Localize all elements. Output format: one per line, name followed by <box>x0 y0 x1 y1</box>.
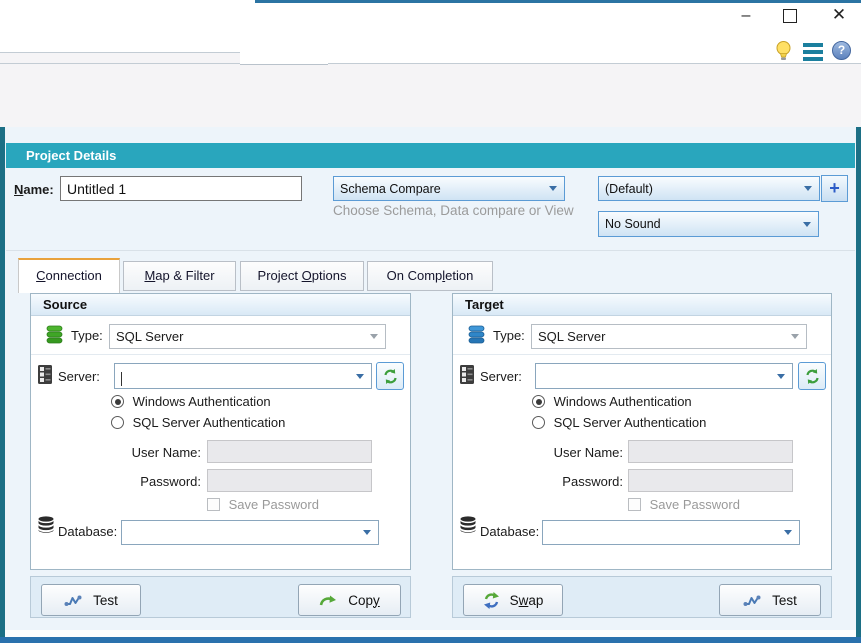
target-test-button[interactable]: Test <box>719 584 821 616</box>
chevron-down-icon <box>363 530 371 535</box>
chevron-down-icon <box>549 186 557 191</box>
target-username-label: User Name: <box>513 445 623 460</box>
target-database-type-icon <box>467 325 486 347</box>
database-icon <box>37 516 55 536</box>
source-panel-title: Source <box>31 294 410 316</box>
hamburger-menu-icon[interactable] <box>803 43 823 64</box>
source-server-label: Server: <box>58 369 100 384</box>
target-database-combobox[interactable] <box>542 520 800 545</box>
source-type-label: Type: <box>71 328 103 343</box>
radio-selected-icon <box>111 395 124 408</box>
chevron-down-icon <box>356 374 364 379</box>
chevron-down-icon <box>803 222 811 227</box>
refresh-icon <box>382 368 399 385</box>
tab-on-completion[interactable]: On Completion <box>367 261 493 291</box>
radio-selected-icon <box>532 395 545 408</box>
radio-unselected-icon <box>532 416 545 429</box>
target-auth-sql-radio[interactable]: SQL Server Authentication <box>532 415 706 430</box>
source-password-input <box>207 469 372 492</box>
source-username-input <box>207 440 372 463</box>
target-panel-title: Target <box>453 294 831 316</box>
text-caret <box>121 372 122 386</box>
chevron-down-icon <box>777 374 785 379</box>
target-type-label: Type: <box>493 328 525 343</box>
source-username-label: User Name: <box>91 445 201 460</box>
target-type-dropdown: SQL Server <box>531 324 807 349</box>
compare-type-hint: Choose Schema, Data compare or View <box>333 203 574 218</box>
server-icon <box>37 364 53 388</box>
toolbar-band <box>0 63 861 127</box>
test-connection-icon <box>64 594 83 607</box>
test-connection-icon <box>743 594 762 607</box>
source-server-combobox[interactable] <box>114 363 372 389</box>
help-icon[interactable]: ? <box>832 41 851 60</box>
source-save-password-checkbox: Save Password <box>207 497 319 512</box>
source-auth-windows-radio[interactable]: Windows Authentication <box>111 394 271 409</box>
target-server-combobox[interactable] <box>535 363 793 389</box>
checkbox-icon <box>207 498 220 511</box>
source-test-button[interactable]: Test <box>41 584 141 616</box>
source-database-label: Database: <box>58 524 117 539</box>
source-type-row: Type: SQL Server <box>31 316 410 355</box>
source-buttons-panel: Test Copy <box>30 576 411 618</box>
database-icon <box>459 516 477 536</box>
source-refresh-servers-button[interactable] <box>376 362 404 390</box>
source-database-combobox[interactable] <box>121 520 379 545</box>
chevron-down-icon <box>791 334 799 339</box>
target-server-label: Server: <box>480 369 522 384</box>
swap-button[interactable]: Swap <box>463 584 563 616</box>
target-save-password-checkbox: Save Password <box>628 497 740 512</box>
source-auth-sql-radio[interactable]: SQL Server Authentication <box>111 415 285 430</box>
target-buttons-panel: Swap Test <box>452 576 832 618</box>
source-copy-button[interactable]: Copy <box>298 584 401 616</box>
refresh-icon <box>804 368 821 385</box>
target-password-label: Password: <box>513 474 623 489</box>
project-details-header: Project Details <box>6 143 855 168</box>
target-password-input <box>628 469 793 492</box>
minimize-button[interactable]: – <box>735 8 757 24</box>
source-database-type-icon <box>45 325 64 347</box>
close-button[interactable]: ✕ <box>828 7 850 23</box>
window-top-border <box>255 0 861 3</box>
window-bottom-border <box>0 637 861 643</box>
toolbar-left-area <box>0 52 240 63</box>
options-profile-dropdown[interactable]: (Default) <box>598 176 820 201</box>
source-panel: Source Type: SQL Server Server: <box>30 293 411 570</box>
compare-type-dropdown[interactable]: Schema Compare <box>333 176 565 201</box>
maximize-button[interactable] <box>783 9 797 23</box>
target-username-input <box>628 440 793 463</box>
source-password-label: Password: <box>91 474 201 489</box>
sound-dropdown[interactable]: No Sound <box>598 211 819 237</box>
target-panel: Target Type: SQL Server Server: <box>452 293 832 570</box>
source-type-dropdown: SQL Server <box>109 324 386 349</box>
section-divider <box>6 250 855 251</box>
tab-connection[interactable]: Connection <box>18 258 120 293</box>
dialog-footer-strip <box>5 630 856 637</box>
chevron-down-icon <box>784 530 792 535</box>
lightbulb-icon[interactable] <box>775 40 792 66</box>
checkbox-icon <box>628 498 641 511</box>
tab-map-filter[interactable]: Map & Filter <box>123 261 236 291</box>
target-type-row: Type: SQL Server <box>453 316 831 355</box>
server-icon <box>459 364 475 388</box>
project-name-input[interactable] <box>60 176 302 201</box>
chevron-down-icon <box>804 186 812 191</box>
target-refresh-servers-button[interactable] <box>798 362 826 390</box>
chevron-down-icon <box>370 334 378 339</box>
name-label: Name: <box>14 182 54 197</box>
target-auth-windows-radio[interactable]: Windows Authentication <box>532 394 692 409</box>
tab-project-options[interactable]: Project Options <box>240 261 364 291</box>
radio-unselected-icon <box>111 416 124 429</box>
swap-arrows-icon <box>483 591 500 610</box>
target-database-label: Database: <box>480 524 539 539</box>
add-profile-button[interactable]: + <box>821 175 848 202</box>
copy-arrow-icon <box>319 593 338 608</box>
toolbar-notch <box>240 0 328 65</box>
